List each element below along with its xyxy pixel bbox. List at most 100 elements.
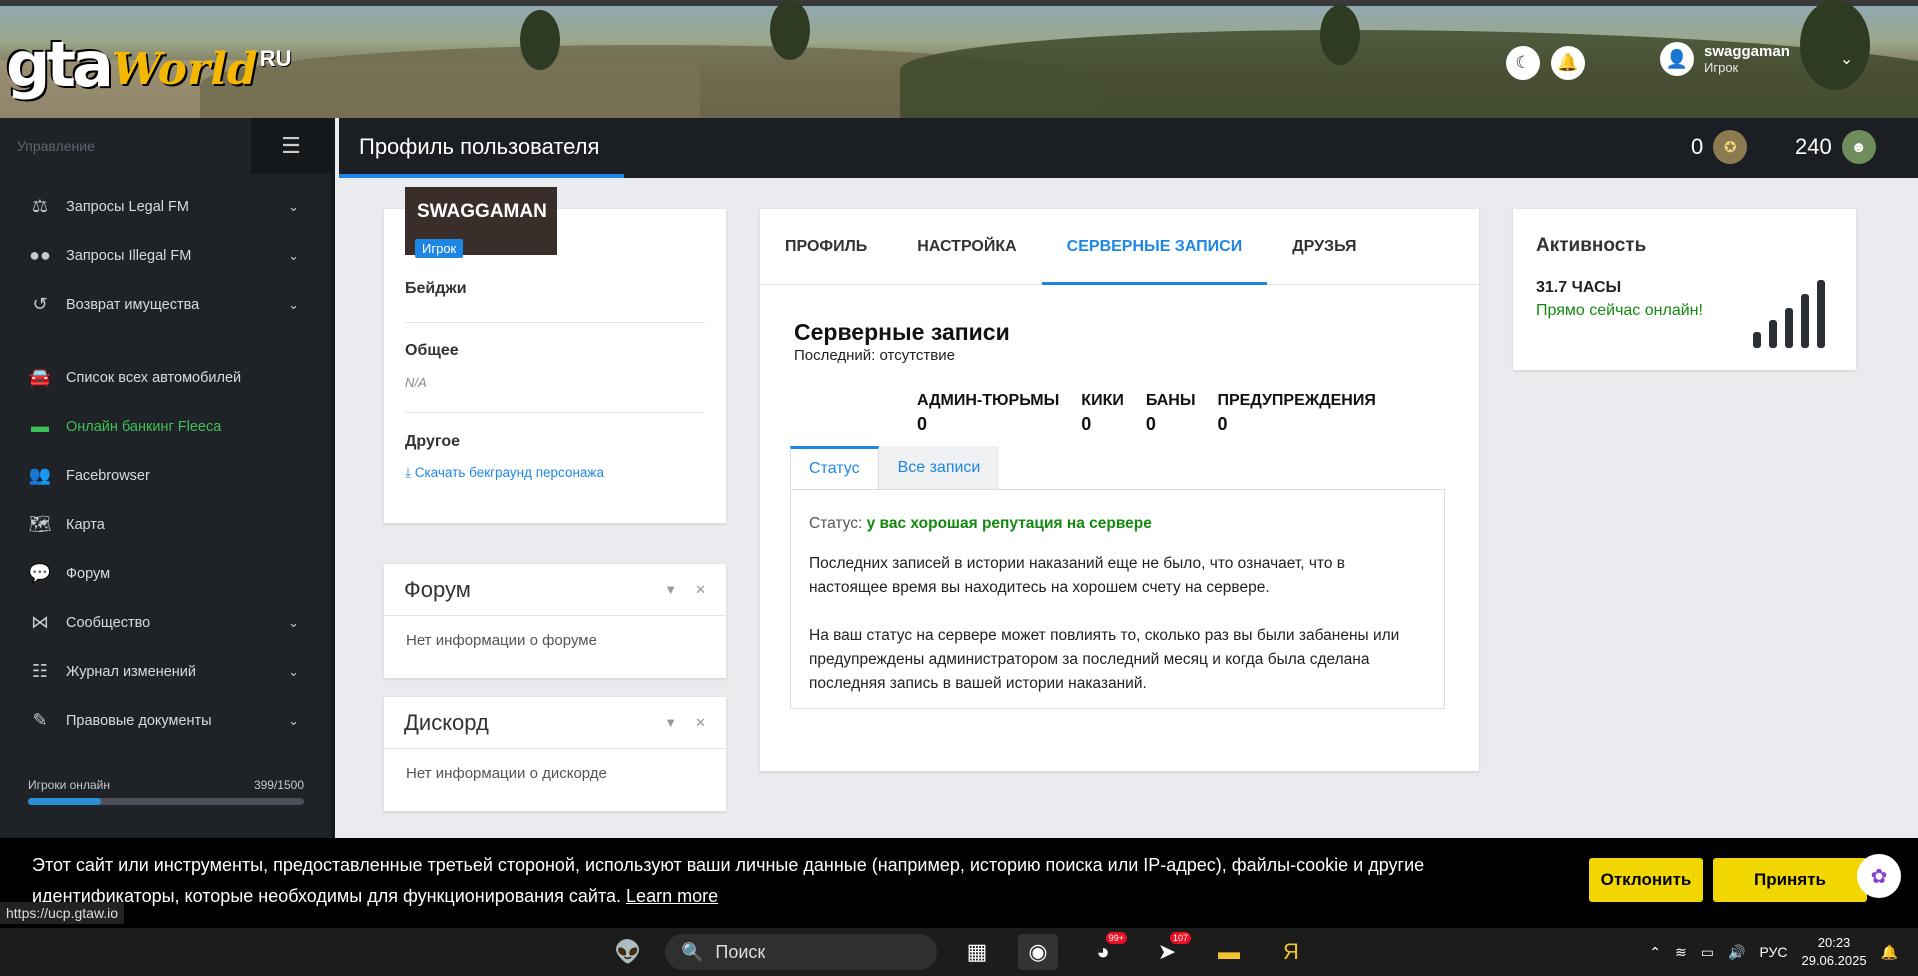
sidebar-item-label: Facebrowser: [66, 467, 150, 484]
forum-widget: Форум ▼ ✕ Нет информации о форуме: [384, 564, 726, 678]
notification-bell-icon[interactable]: 🔔: [1881, 944, 1898, 961]
players-online: Игроки онлайн 399/1500: [28, 778, 304, 805]
banner-tree: [770, 0, 810, 60]
notification-badge: 99+: [1105, 932, 1127, 944]
telegram-icon[interactable]: ➤ 107: [1147, 932, 1191, 970]
subtab-status[interactable]: Статус: [790, 446, 879, 490]
chrome-icon[interactable]: ◉: [1018, 934, 1058, 970]
share-icon: ⋈: [31, 612, 49, 632]
count-value: 0: [1217, 414, 1228, 434]
sidebar-item-label: Журнал изменений: [66, 663, 196, 680]
tab-friends[interactable]: ДРУЗЬЯ: [1267, 209, 1381, 284]
hamburger-icon: ☰: [281, 133, 301, 158]
site-logo[interactable]: gta World RU: [6, 20, 291, 100]
sidebar-item-label: Запросы Illegal FM: [66, 247, 192, 264]
discord-widget-body: Нет информации о дискорде: [406, 765, 607, 782]
alien-app-icon[interactable]: 👽: [608, 934, 648, 970]
sidebar-item-forum[interactable]: 💬 Форум: [0, 549, 331, 598]
collapse-icon[interactable]: ▼: [664, 715, 677, 730]
general-value: N/A: [405, 375, 427, 390]
count-admin-jail: АДМИН-ТЮРЬМЫ 0: [917, 392, 1059, 435]
status-value: у вас хорошая репутация на сервере: [866, 515, 1152, 532]
browser-strip: [0, 0, 1918, 6]
close-icon[interactable]: ✕: [695, 582, 706, 598]
close-icon[interactable]: ✕: [695, 715, 706, 731]
sidebar-item-facebrowser[interactable]: 👥 Facebrowser: [0, 451, 331, 500]
notifications-button[interactable]: 🔔: [1551, 46, 1585, 80]
download-background-link[interactable]: ⤓ Скачать бекграунд персонажа: [405, 465, 604, 481]
sidebar-item-legal-fm[interactable]: ⚖ Запросы Legal FM ⌄: [0, 182, 331, 231]
sidebar-item-map[interactable]: 🗺 Карта: [0, 500, 331, 549]
learn-more-link[interactable]: Learn more: [626, 886, 718, 906]
map-icon: 🗺: [28, 514, 52, 534]
profile-name: SWAGGAMAN: [417, 201, 547, 222]
taskbar-search[interactable]: 🔍 Поиск: [665, 934, 937, 970]
sidebar: Управление ☰ ⚖ Запросы Legal FM ⌄ ●● Зап…: [0, 118, 335, 838]
tab-settings[interactable]: НАСТРОЙКА: [892, 209, 1041, 284]
users-icon: 👥: [28, 465, 52, 485]
sidebar-item-refund[interactable]: ↺ Возврат имущества ⌄: [0, 280, 331, 329]
rank-medal-icon: ✪: [1713, 130, 1748, 164]
menu-toggle-button[interactable]: ☰: [251, 118, 331, 174]
chevron-up-icon[interactable]: ⌃: [1649, 944, 1661, 961]
cookie-banner: Этот сайт или инструменты, предоставленн…: [0, 838, 1918, 928]
decline-button[interactable]: Отклонить: [1589, 858, 1703, 902]
sidebar-item-label: Форум: [66, 565, 111, 582]
count-label: ПРЕДУПРЕЖДЕНИЯ: [1217, 392, 1376, 409]
sidebar-item-label: Карта: [66, 516, 105, 533]
sidebar-item-community[interactable]: ⋈ Сообщество ⌄: [0, 598, 331, 647]
points-medal-icon: ☻: [1841, 130, 1876, 164]
wifi-icon[interactable]: ≋: [1675, 944, 1687, 961]
stat-points: 240 ☻: [1795, 130, 1876, 164]
dark-mode-button[interactable]: ☾: [1506, 46, 1540, 80]
language-indicator[interactable]: РУС: [1759, 944, 1787, 960]
subtab-all-records[interactable]: Все записи: [878, 446, 1000, 490]
search-icon: 🔍: [681, 941, 704, 962]
banner-tree: [520, 10, 560, 70]
banner-tree: [1320, 5, 1360, 65]
widgets-icon[interactable]: ▦: [957, 934, 997, 970]
brain-extension-icon[interactable]: ✿: [1857, 854, 1901, 898]
sidebar-section-label: Управление: [17, 138, 95, 154]
sidebar-item-label: Правовые документы: [66, 712, 212, 729]
page-title-underline: [339, 174, 624, 178]
mask-icon: ●●: [29, 245, 51, 265]
tab-server-records[interactable]: СЕРВЕРНЫЕ ЗАПИСИ: [1041, 209, 1268, 285]
sidebar-item-label: Возврат имущества: [66, 296, 200, 313]
moon-icon: ☾: [1515, 53, 1531, 72]
car-icon: 🚘: [28, 367, 52, 387]
volume-icon[interactable]: 🔊: [1728, 944, 1745, 961]
sidebar-item-cars[interactable]: 🚘 Список всех автомобилей: [0, 353, 331, 402]
sidebar-item-label: Список всех автомобилей: [66, 369, 242, 386]
battery-icon[interactable]: ▭: [1701, 944, 1714, 961]
forum-widget-body: Нет информации о форуме: [406, 632, 597, 649]
tab-profile[interactable]: ПРОФИЛЬ: [760, 209, 892, 284]
taskbar-search-label: Поиск: [715, 941, 766, 962]
sidebar-item-banking[interactable]: ▬ Онлайн банкинг Fleeca: [0, 402, 331, 451]
accept-button[interactable]: Принять: [1713, 858, 1867, 902]
rockstar-launcher-icon[interactable]: Я: [1271, 934, 1311, 970]
file-explorer-icon[interactable]: ▬: [1209, 934, 1249, 970]
sidebar-item-illegal-fm[interactable]: ●● Запросы Illegal FM ⌄: [0, 231, 331, 280]
sidebar-item-legal-docs[interactable]: ✎ Правовые документы ⌄: [0, 696, 331, 745]
page-header: Профиль пользователя 0 ✪ 240 ☻: [339, 118, 1918, 178]
user-menu[interactable]: 👤 swaggaman Игрок ⌄: [1660, 42, 1853, 76]
cookie-text-block: Этот сайт или инструменты, предоставленн…: [32, 850, 1462, 912]
status-url: https://ucp.gtaw.io: [0, 902, 125, 924]
sidebar-item-changelog[interactable]: ☷ Журнал изменений ⌄: [0, 647, 331, 696]
username: swaggaman: [1704, 43, 1790, 60]
clock[interactable]: 20:23 29.06.2025: [1801, 934, 1866, 970]
record-counts: АДМИН-ТЮРЬМЫ 0 КИКИ 0 БАНЫ 0 ПРЕДУПРЕЖДЕ…: [917, 392, 1376, 435]
activity-online-status: Прямо сейчас онлайн!: [1536, 302, 1703, 319]
discord-widget: Дискорд ▼ ✕ Нет информации о дискорде: [384, 697, 726, 811]
count-label: КИКИ: [1081, 392, 1124, 409]
discord-app-icon[interactable]: ◕ 99+: [1083, 932, 1127, 970]
count-value: 0: [1081, 414, 1092, 434]
collapse-icon[interactable]: ▼: [664, 582, 677, 597]
records-subtabs: Статус Все записи: [790, 446, 1000, 490]
count-value: 0: [1145, 414, 1156, 434]
server-records-title: Серверные записи: [794, 319, 1010, 345]
comments-icon: 💬: [28, 563, 52, 583]
divider: [405, 412, 705, 413]
header-banner: gta World RU ☾ 🔔 👤 swaggaman Игрок ⌄: [0, 0, 1918, 118]
